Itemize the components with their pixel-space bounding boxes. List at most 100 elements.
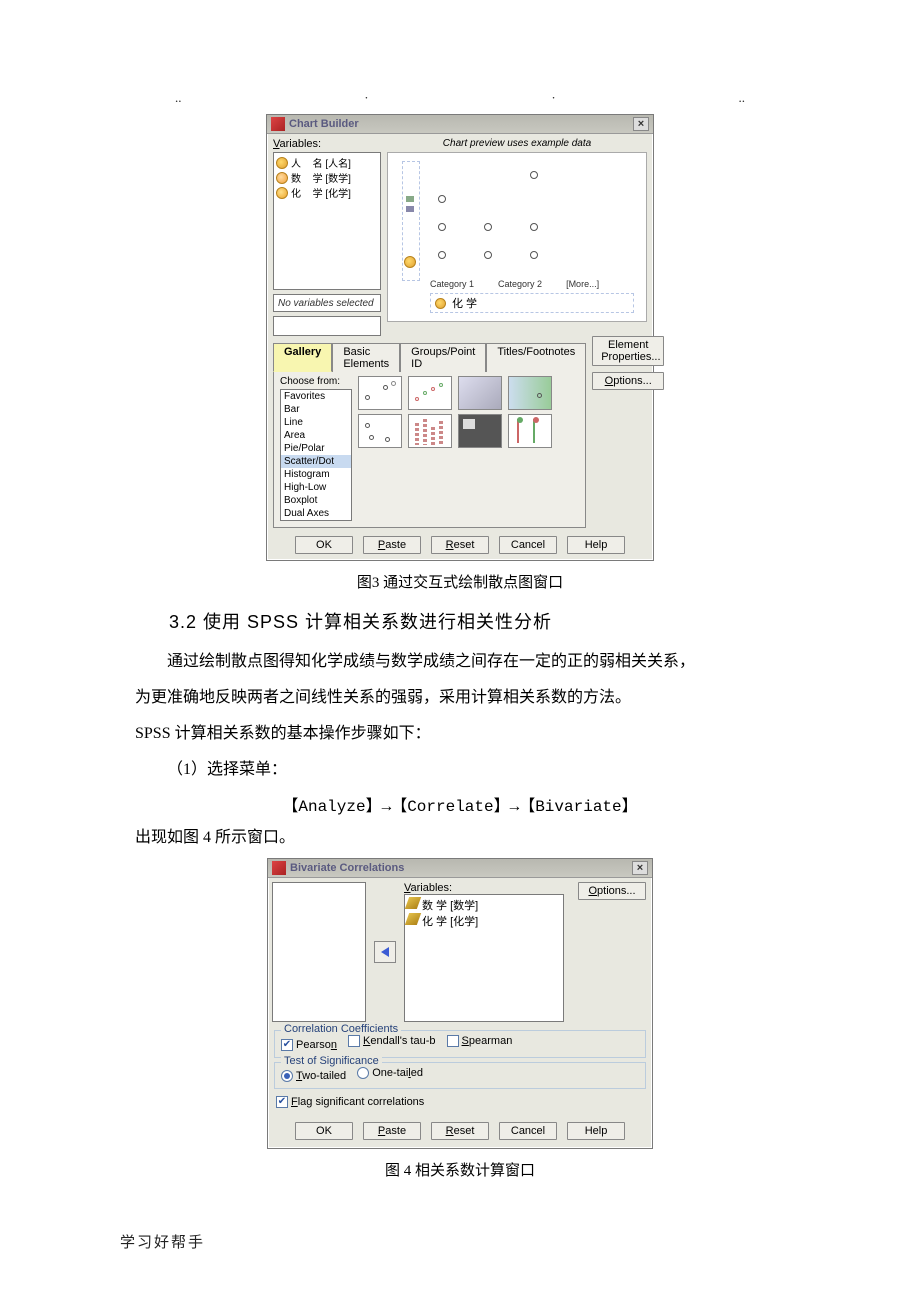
thumb-drop-line[interactable]: [508, 414, 552, 448]
thumb-simple-scatter[interactable]: [358, 376, 402, 410]
paste-button[interactable]: Paste: [363, 536, 421, 554]
variables-list[interactable]: 人 名 [人名] 数 学 [数学] 化 学 [化学]: [273, 152, 381, 290]
page-header-dots: ..· ·..: [135, 90, 785, 114]
figure3-caption: 图3 通过交互式绘制散点图窗口: [135, 571, 785, 592]
test-of-significance-group: Test of Significance Two-tailed One-tail…: [274, 1062, 646, 1089]
scale-icon: [405, 913, 421, 925]
thumb-grouped-scatter[interactable]: [408, 376, 452, 410]
ok-button[interactable]: OK: [295, 1122, 353, 1140]
bv-options-button[interactable]: Options...: [578, 882, 646, 900]
list-item[interactable]: Line: [281, 416, 351, 429]
thumb-simple-dot[interactable]: [358, 414, 402, 448]
section-3-2-heading: 3.2 使用 SPSS 计算相关系数进行相关性分析: [169, 608, 785, 634]
app-icon: [272, 861, 286, 875]
nominal-icon: [276, 187, 288, 199]
tab-basic-elements[interactable]: Basic Elements: [332, 343, 400, 372]
list-item[interactable]: High-Low: [281, 481, 351, 494]
no-variable-selected: No variables selected: [273, 294, 381, 312]
cancel-button[interactable]: Cancel: [499, 1122, 557, 1140]
tab-gallery[interactable]: Gallery: [273, 343, 332, 372]
variables-label: Variables:: [273, 138, 381, 150]
source-variables-list[interactable]: [272, 882, 366, 1022]
gallery-panel: Choose from: Favorites Bar Line Area Pie…: [273, 371, 586, 528]
scale-icon: [405, 897, 421, 909]
one-tailed-radio[interactable]: One-tailed: [357, 1067, 423, 1079]
paragraph: 为更准确地反映两者之间线性关系的强弱，采用计算相关系数的方法。: [135, 682, 785, 714]
cb-button-row: OK Paste Reset Cancel Help: [273, 536, 647, 554]
list-item[interactable]: Dual Axes: [281, 507, 351, 520]
ruler-icon: [406, 206, 414, 212]
list-item[interactable]: Boxplot: [281, 494, 351, 507]
chart-builder-dialog: Chart Builder × Variables: 人 名 [人名] 数 学 …: [266, 114, 654, 561]
help-button[interactable]: Help: [567, 1122, 625, 1140]
flag-significant-checkbox[interactable]: ✔Flag significant correlations: [276, 1096, 424, 1108]
bv-title: Bivariate Correlations: [290, 862, 404, 874]
list-item[interactable]: 化 学 [化学]: [276, 185, 378, 200]
reset-button[interactable]: Reset: [431, 1122, 489, 1140]
list-item[interactable]: Histogram: [281, 468, 351, 481]
paragraph: SPSS 计算相关系数的基本操作步骤如下：: [135, 718, 785, 750]
paste-button[interactable]: Paste: [363, 1122, 421, 1140]
spearman-checkbox[interactable]: Spearman: [447, 1035, 513, 1047]
bv-button-row: OK Paste Reset Cancel Help: [268, 1122, 652, 1148]
x-axis-var-label: 化 学: [452, 295, 477, 311]
categories-box[interactable]: [273, 316, 381, 336]
nominal-icon: [276, 172, 288, 184]
thumb-matrix-scatter[interactable]: [458, 376, 502, 410]
ruler-icon: [406, 196, 414, 202]
list-item[interactable]: Area: [281, 429, 351, 442]
menu-path: 【Analyze】→【Correlate】→【Bivariate】: [135, 792, 785, 816]
close-icon[interactable]: ×: [633, 117, 649, 131]
list-item[interactable]: Bar: [281, 403, 351, 416]
gallery-type-list[interactable]: Favorites Bar Line Area Pie/Polar Scatte…: [280, 389, 352, 521]
thumb-stacked-dot[interactable]: [408, 414, 452, 448]
chart-preview[interactable]: Category 1 Category 2 [More...] 化 学: [387, 152, 647, 322]
reset-button[interactable]: Reset: [431, 536, 489, 554]
cb-titlebar[interactable]: Chart Builder ×: [267, 115, 653, 134]
thumb-3d-scatter[interactable]: [458, 414, 502, 448]
kendall-checkbox[interactable]: Kendall's tau-b: [348, 1035, 435, 1047]
ok-button[interactable]: OK: [295, 536, 353, 554]
list-item[interactable]: Pie/Polar: [281, 442, 351, 455]
nominal-icon: [404, 256, 416, 268]
group-legend: Test of Significance: [281, 1055, 382, 1067]
bv-variables-label: Variables:: [404, 882, 564, 894]
page-footer: 学习好帮手: [120, 1231, 205, 1252]
pearson-checkbox[interactable]: ✔Pearson: [281, 1039, 337, 1051]
x-category-labels: Category 1 Category 2 [More...]: [430, 279, 634, 289]
figure4-caption: 图 4 相关系数计算窗口: [135, 1159, 785, 1180]
correlation-coefficients-group: Correlation Coefficients ✔Pearson Kendal…: [274, 1030, 646, 1058]
close-icon[interactable]: ×: [632, 861, 648, 875]
cb-tabs: Gallery Basic Elements Groups/Point ID T…: [273, 342, 586, 371]
move-left-button[interactable]: [374, 941, 396, 963]
list-item[interactable]: Scatter/Dot: [281, 455, 351, 468]
nominal-icon: [435, 298, 446, 309]
list-item[interactable]: 数 学 [数学]: [407, 897, 561, 913]
two-tailed-radio[interactable]: Two-tailed: [281, 1070, 346, 1082]
tab-groups-point-id[interactable]: Groups/Point ID: [400, 343, 486, 372]
element-properties-button[interactable]: Element Properties...: [592, 336, 664, 366]
selected-variables-list[interactable]: 数 学 [数学] 化 学 [化学]: [404, 894, 564, 1022]
paragraph: 通过绘制散点图得知化学成绩与数学成绩之间存在一定的正的弱相关关系，: [135, 646, 785, 678]
list-item[interactable]: 数 学 [数学]: [276, 170, 378, 185]
cancel-button[interactable]: Cancel: [499, 536, 557, 554]
bivariate-dialog: Bivariate Correlations × Variables: 数 学 …: [267, 858, 653, 1149]
nominal-icon: [276, 157, 288, 169]
help-button[interactable]: Help: [567, 536, 625, 554]
list-item[interactable]: 人 名 [人名]: [276, 155, 378, 170]
cb-title: Chart Builder: [289, 118, 359, 130]
y-axis-dropzone[interactable]: [402, 161, 420, 281]
app-icon: [271, 117, 285, 131]
scatter-points: [430, 165, 634, 275]
group-legend: Correlation Coefficients: [281, 1023, 401, 1035]
list-item[interactable]: 化 学 [化学]: [407, 913, 561, 929]
paragraph: 出现如图 4 所示窗口。: [135, 822, 785, 854]
bv-titlebar[interactable]: Bivariate Correlations ×: [268, 859, 652, 878]
options-button[interactable]: Options...: [592, 372, 664, 390]
thumb-overlay-scatter[interactable]: [508, 376, 552, 410]
paragraph: （1）选择菜单：: [135, 754, 785, 786]
tab-titles-footnotes[interactable]: Titles/Footnotes: [486, 343, 586, 372]
gallery-thumbnails: [358, 376, 579, 521]
x-axis-dropzone[interactable]: 化 学: [430, 293, 634, 313]
list-item[interactable]: Favorites: [281, 390, 351, 403]
